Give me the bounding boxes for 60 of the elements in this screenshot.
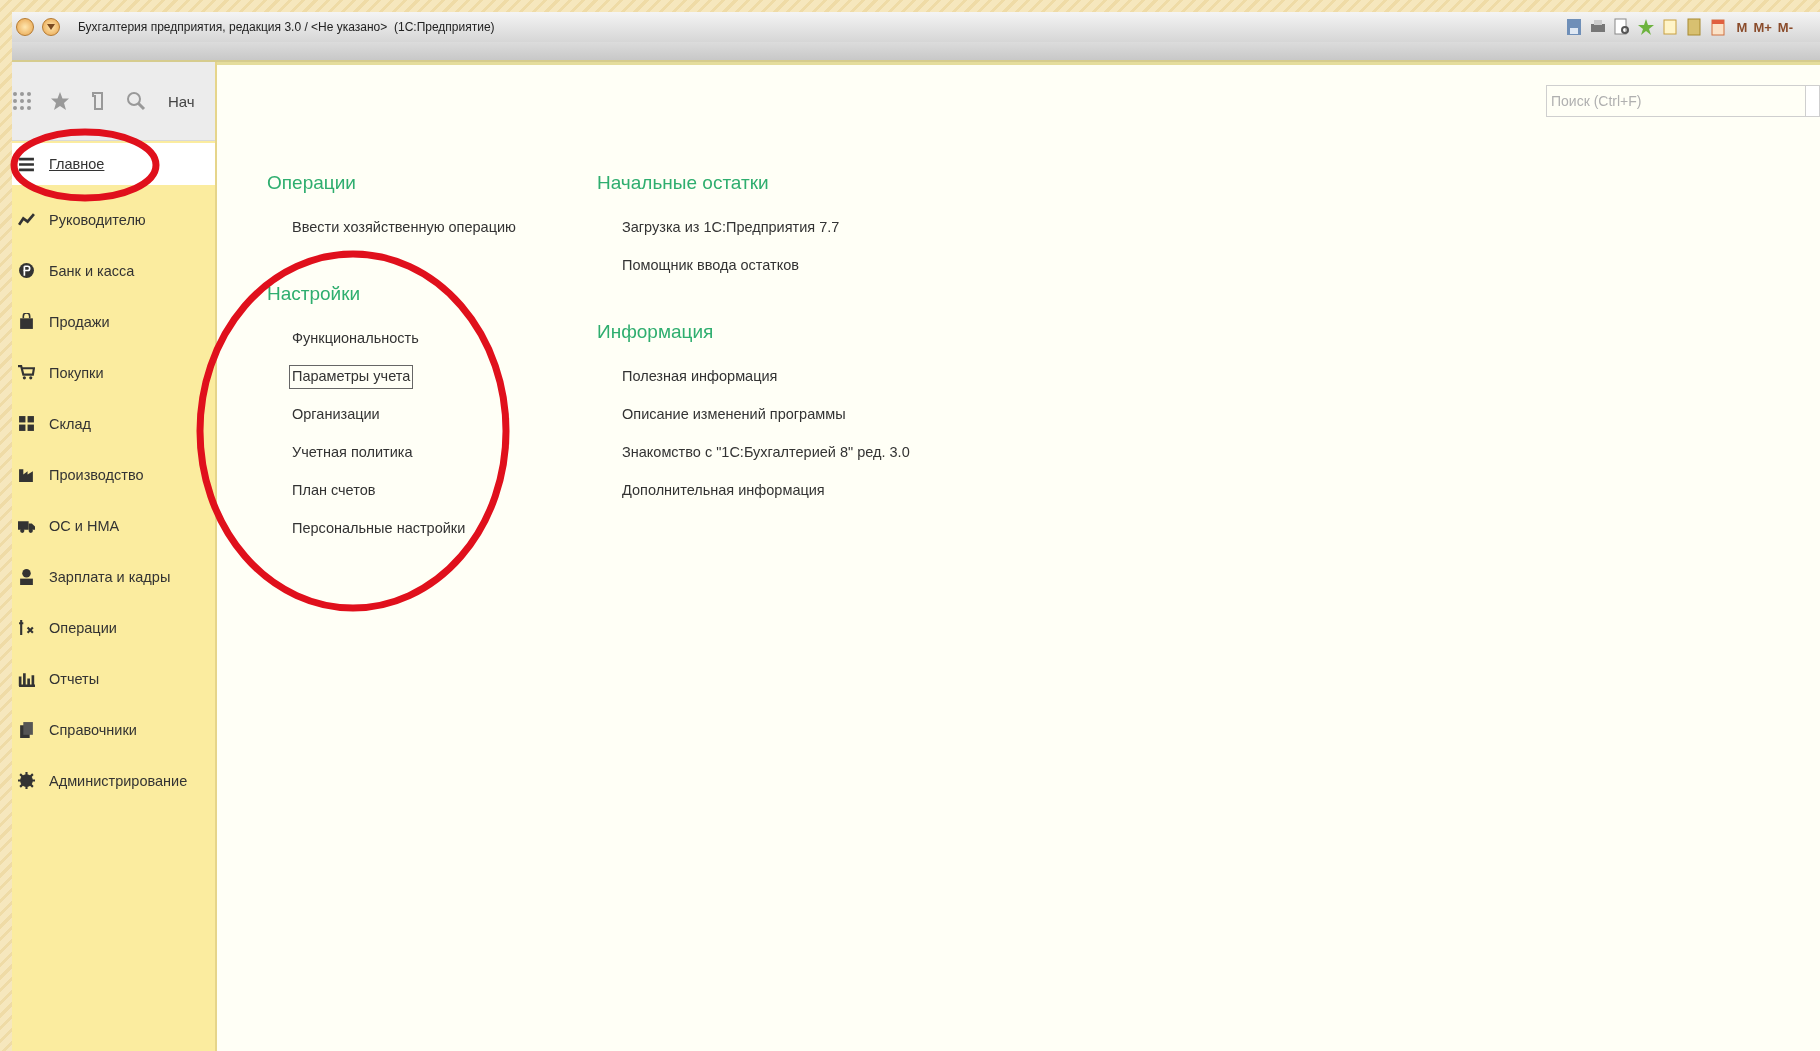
- menu-link[interactable]: Дополнительная информация: [619, 479, 828, 503]
- menu-link[interactable]: Ввести хозяйственную операцию: [289, 216, 519, 240]
- menu-link[interactable]: Учетная политика: [289, 441, 416, 465]
- menu-caret-icon[interactable]: [42, 18, 60, 36]
- memory-button[interactable]: M-: [1777, 19, 1793, 35]
- section-icon: [18, 313, 35, 330]
- menu-link[interactable]: Организации: [289, 403, 383, 427]
- star-icon[interactable]: [50, 91, 70, 111]
- section-icon: [18, 466, 35, 483]
- sidebar-item[interactable]: Зарплата и кадры: [12, 551, 215, 602]
- section-icon: [18, 772, 35, 789]
- section-icon: [18, 568, 35, 585]
- save-icon[interactable]: [1565, 18, 1582, 36]
- sidebar-item[interactable]: Покупки: [12, 347, 215, 398]
- menu-link[interactable]: План счетов: [289, 479, 379, 503]
- sidebar-item[interactable]: Производство: [12, 449, 215, 500]
- grid-menu-icon[interactable]: [12, 91, 32, 111]
- section-icon: [18, 415, 35, 432]
- search-icon[interactable]: [126, 91, 146, 111]
- document-icon[interactable]: [1661, 18, 1678, 36]
- window-title: Бухгалтерия предприятия, редакция 3.0 / <Не указано> (1С:Предприятие): [78, 20, 495, 34]
- star-icon[interactable]: [1637, 18, 1654, 36]
- menu-link[interactable]: Полезная информация: [619, 365, 781, 389]
- sidebar-item[interactable]: Справочники: [12, 704, 215, 755]
- section-icon: [18, 211, 35, 228]
- section-heading: Настройки: [267, 283, 361, 305]
- section-icon: [18, 364, 35, 381]
- sidebar-item[interactable]: Администрирование: [12, 755, 215, 806]
- clear-button[interactable]: [1806, 85, 1820, 117]
- calculator-icon[interactable]: [1685, 18, 1702, 36]
- section-icon: [18, 670, 35, 687]
- memory-button[interactable]: M: [1736, 19, 1748, 35]
- section-icon: [18, 262, 35, 279]
- sidebar-item[interactable]: Руководителю: [12, 194, 215, 245]
- menu-link[interactable]: Функциональность: [289, 327, 422, 351]
- search-field[interactable]: Поиск (Ctrl+F): [1546, 85, 1806, 117]
- tab-label[interactable]: Нач: [168, 92, 195, 110]
- menu-link[interactable]: Описание изменений программы: [619, 403, 849, 427]
- menu-link[interactable]: Знакомство с "1С:Бухгалтерией 8" ред. 3.0: [619, 441, 913, 465]
- section-icon: [18, 619, 35, 636]
- section-icon: [18, 155, 35, 173]
- section-heading: Начальные остатки: [597, 172, 769, 194]
- sidebar-item[interactable]: Операции: [12, 602, 215, 653]
- menu-link[interactable]: Помощник ввода остатков: [619, 254, 802, 278]
- app-logo-icon: [16, 18, 34, 36]
- preview-icon[interactable]: [1613, 18, 1630, 36]
- section-heading: Операции: [267, 172, 356, 194]
- sidebar-item[interactable]: Банк и касса: [12, 245, 215, 296]
- sidebar-item[interactable]: Главное: [12, 143, 215, 185]
- sidebar-item[interactable]: Продажи: [12, 296, 215, 347]
- calendar-icon[interactable]: [1709, 18, 1726, 36]
- section-icon: [18, 721, 35, 738]
- sidebar-item[interactable]: Склад: [12, 398, 215, 449]
- menu-link[interactable]: Параметры учета: [289, 365, 414, 389]
- menu-link[interactable]: Персональные настройки: [289, 517, 469, 541]
- menu-link[interactable]: Загрузка из 1С:Предприятия 7.7: [619, 216, 843, 240]
- memory-button[interactable]: M+: [1753, 19, 1772, 35]
- sidebar-item[interactable]: Отчеты: [12, 653, 215, 704]
- sidebar-item[interactable]: ОС и НМА: [12, 500, 215, 551]
- section-heading: Информация: [597, 321, 714, 343]
